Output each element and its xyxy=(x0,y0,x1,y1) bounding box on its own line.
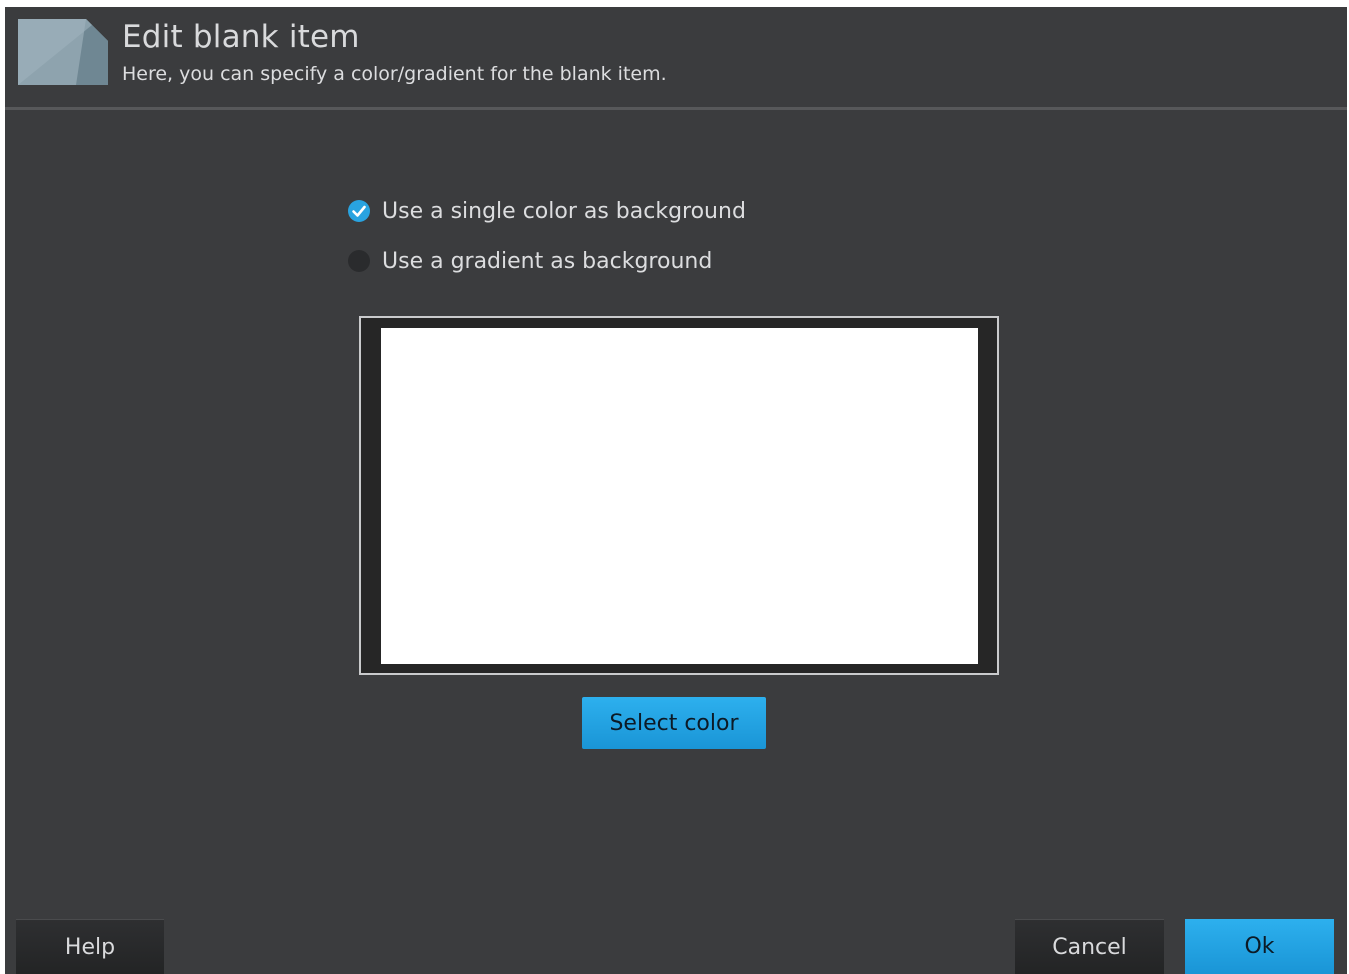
select-color-button[interactable]: Select color xyxy=(582,697,766,749)
dialog-subtitle: Here, you can specify a color/gradient f… xyxy=(122,63,667,85)
option-single-color-label: Use a single color as background xyxy=(382,198,746,224)
cancel-button[interactable]: Cancel xyxy=(1015,919,1164,974)
color-preview-swatch xyxy=(381,328,978,664)
help-button[interactable]: Help xyxy=(16,919,164,974)
edit-blank-item-dialog: Edit blank item Here, you can specify a … xyxy=(5,7,1347,974)
unchecked-radio-icon[interactable] xyxy=(348,250,370,272)
option-single-color[interactable]: Use a single color as background xyxy=(348,196,746,226)
checked-radio-icon[interactable] xyxy=(348,200,370,222)
color-preview-frame xyxy=(359,316,999,675)
page-corner-icon xyxy=(18,19,108,85)
option-gradient-label: Use a gradient as background xyxy=(382,248,713,274)
ok-button[interactable]: Ok xyxy=(1185,919,1334,974)
dialog-header: Edit blank item Here, you can specify a … xyxy=(5,7,1347,107)
option-gradient[interactable]: Use a gradient as background xyxy=(348,246,712,276)
dialog-title: Edit blank item xyxy=(122,19,360,55)
header-divider xyxy=(5,107,1347,110)
